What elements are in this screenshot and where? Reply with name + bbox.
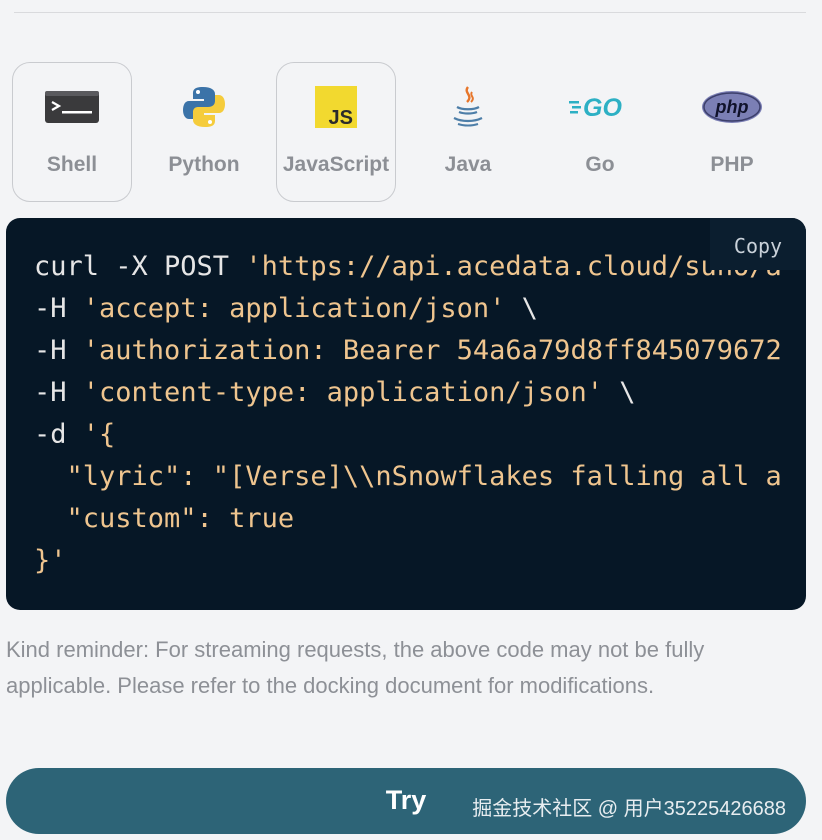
code-token: \ (602, 377, 636, 408)
tab-label: JavaScript (282, 153, 390, 176)
tab-label: PHP (710, 153, 754, 176)
tab-label: Java (444, 153, 492, 176)
tab-javascript[interactable]: JS JavaScript (276, 62, 396, 202)
copy-button[interactable]: Copy (710, 218, 806, 270)
code-panel: curl -X POST 'https://api.acedata.cloud/… (6, 218, 806, 610)
code-token: -H (34, 377, 83, 408)
code-token: -H (34, 293, 83, 324)
code-string-token: "lyric": "[Verse]\\nSnowflakes falling a… (34, 461, 782, 492)
code-token: curl -X POST (34, 251, 246, 282)
python-logo-icon (145, 83, 263, 131)
code-token: -d (34, 419, 83, 450)
java-logo-icon (409, 83, 527, 131)
terminal-icon (13, 83, 131, 131)
code-line: -H 'accept: application/json' \ (34, 288, 782, 330)
top-divider (14, 12, 806, 13)
code-line: -d '{ (34, 414, 782, 456)
js-logo-icon: JS (277, 83, 395, 131)
tab-php[interactable]: php PHP (672, 62, 792, 202)
code-string-token: 'https://api.acedata.cloud/suno/a (245, 251, 782, 282)
svg-text:JS: JS (329, 107, 353, 128)
php-logo-icon: php (673, 83, 791, 131)
language-tabs: Shell Python JS JavaScript Java GO Go ph… (12, 62, 812, 202)
code-string-token: 'authorization: Bearer 54a6a79d8ff845079… (82, 335, 782, 366)
svg-text:php: php (715, 97, 749, 117)
code-string-token: 'content-type: application/json' (82, 377, 603, 408)
go-logo-icon: GO (541, 83, 659, 131)
code-token: -H (34, 335, 83, 366)
tab-label: Python (168, 153, 240, 176)
tab-label: Shell (46, 153, 98, 176)
tab-shell[interactable]: Shell (12, 62, 132, 202)
code-block[interactable]: curl -X POST 'https://api.acedata.cloud/… (34, 246, 782, 582)
kind-reminder: Kind reminder: For streaming requests, t… (6, 637, 705, 698)
code-string-token: }' (34, 545, 67, 576)
code-line: }' (34, 540, 782, 582)
tab-python[interactable]: Python (144, 62, 264, 202)
code-line: "custom": true (34, 498, 782, 540)
svg-text:GO: GO (583, 94, 622, 121)
try-button[interactable]: Try 掘金技术社区 @ 用户35225426688 (6, 768, 806, 834)
code-line: -H 'authorization: Bearer 54a6a79d8ff845… (34, 330, 782, 372)
watermark: 掘金技术社区 @ 用户35225426688 (472, 798, 786, 820)
code-token: \ (505, 293, 538, 324)
code-line: curl -X POST 'https://api.acedata.cloud/… (34, 246, 782, 288)
code-string-token: '{ (82, 419, 116, 450)
tab-go[interactable]: GO Go (540, 62, 660, 202)
tab-label: Go (585, 153, 615, 176)
code-string-token: "custom": true (34, 503, 295, 534)
code-line: "lyric": "[Verse]\\nSnowflakes falling a… (34, 456, 782, 498)
tab-java[interactable]: Java (408, 62, 528, 202)
code-line: -H 'content-type: application/json' \ (34, 372, 782, 414)
code-string-token: 'accept: application/json' (82, 293, 506, 324)
